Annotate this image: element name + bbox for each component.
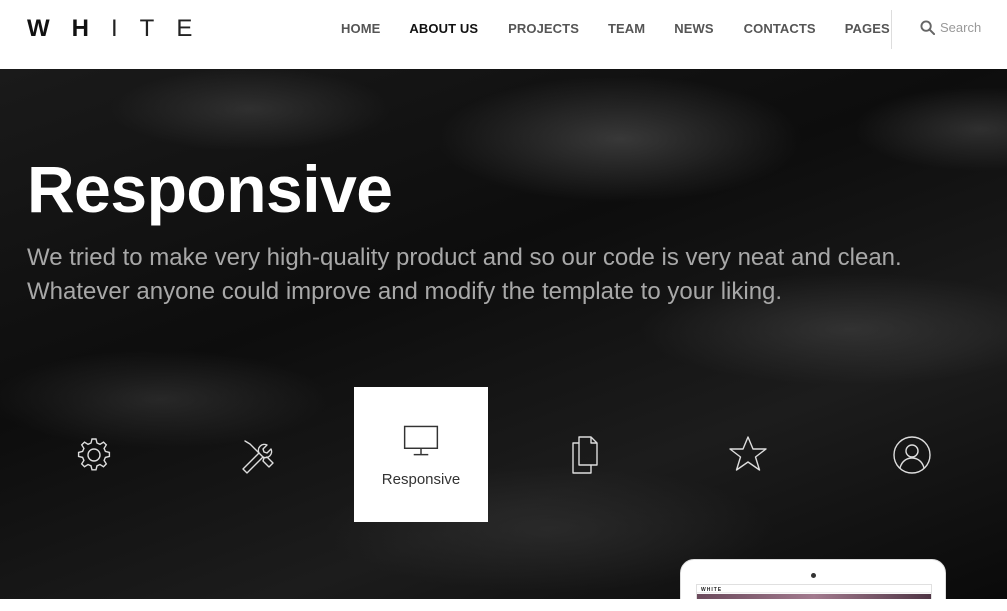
tablet-screen-header: WHITE xyxy=(697,585,931,593)
feature-tab-settings[interactable] xyxy=(27,387,161,522)
feature-tab-responsive[interactable]: Responsive xyxy=(354,387,488,522)
tablet-mini-logo: WHITE xyxy=(701,587,723,593)
hero-description: We tried to make very high-quality produ… xyxy=(27,241,957,309)
logo-letter: W xyxy=(27,15,50,42)
star-icon xyxy=(729,435,767,471)
nav-item-pages[interactable]: PAGES xyxy=(845,21,890,36)
hero-line-1: We tried to make very high-quality produ… xyxy=(27,244,902,271)
tools-icon xyxy=(242,439,274,474)
feature-label: Responsive xyxy=(381,471,461,488)
nav-item-team[interactable]: TEAM xyxy=(608,21,645,36)
feature-tab-documents[interactable] xyxy=(518,387,652,522)
search-button[interactable]: Search xyxy=(920,20,981,35)
hero-line-2: Whatever anyone could improve and modify… xyxy=(27,278,783,305)
nav-item-contacts[interactable]: CONTACTS xyxy=(744,21,816,36)
nav-item-projects[interactable]: PROJECTS xyxy=(508,21,579,36)
header-divider xyxy=(891,10,892,49)
logo-letter: T xyxy=(139,15,155,42)
gear-icon xyxy=(77,437,111,470)
feature-tab-favorites[interactable] xyxy=(681,387,815,522)
main-nav: HOME ABOUT US PROJECTS TEAM NEWS CONTACT… xyxy=(341,21,890,36)
tablet-preview: WHITE xyxy=(680,559,946,599)
documents-icon xyxy=(572,435,598,474)
user-icon xyxy=(893,435,931,474)
feature-tab-user[interactable] xyxy=(845,387,979,522)
hero-title: Responsive xyxy=(27,152,393,226)
nav-item-about-us[interactable]: ABOUT US xyxy=(409,21,478,36)
tablet-screen: WHITE xyxy=(696,584,932,599)
logo-letter: H xyxy=(71,15,89,42)
feature-tabs: Responsive xyxy=(0,387,1007,522)
feature-tab-tools[interactable] xyxy=(190,387,324,522)
search-icon xyxy=(920,20,935,35)
monitor-icon xyxy=(403,425,439,456)
content-start-strip xyxy=(0,599,1007,611)
search-label: Search xyxy=(940,20,982,35)
nav-item-news[interactable]: NEWS xyxy=(674,21,713,36)
hero-section: Responsive We tried to make very high-qu… xyxy=(0,69,1007,599)
logo-letter: E xyxy=(176,15,193,42)
site-header: W H I T E HOME ABOUT US PROJECTS TEAM NE… xyxy=(0,0,1007,69)
site-logo[interactable]: W H I T E xyxy=(27,15,214,42)
tablet-camera xyxy=(811,573,816,578)
nav-item-home[interactable]: HOME xyxy=(341,21,380,36)
logo-letter: I xyxy=(111,15,118,42)
